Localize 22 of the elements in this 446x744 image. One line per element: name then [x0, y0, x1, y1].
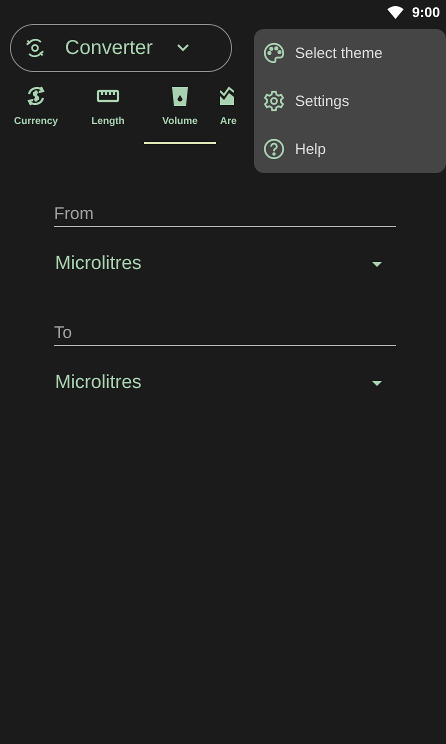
wifi-icon: [386, 6, 404, 18]
help-icon: [263, 138, 285, 160]
amount-field[interactable]: To: [54, 319, 396, 346]
unit-dropdown[interactable]: Microlitres: [54, 370, 396, 396]
amount-field[interactable]: From: [54, 200, 396, 227]
unit-dropdown[interactable]: Microlitres: [54, 251, 396, 277]
chevron-down-icon: [176, 44, 189, 52]
tab[interactable]: Currency: [0, 82, 72, 144]
tab[interactable]: Length: [72, 82, 144, 144]
menu-item[interactable]: Help: [254, 125, 446, 173]
menu-item[interactable]: Settings: [254, 77, 446, 125]
dropdown-arrow-icon: [372, 262, 382, 266]
settings-icon: [263, 90, 285, 112]
status-time: 9:00: [412, 4, 440, 20]
palette-icon: [263, 42, 285, 64]
tab[interactable]: Are: [216, 82, 254, 144]
dropdown-arrow-icon: [372, 380, 382, 386]
converter-selector[interactable]: Converter: [10, 24, 232, 72]
menu-item[interactable]: Select theme: [254, 29, 446, 77]
tab[interactable]: Volume: [144, 82, 216, 144]
converter-icon: [25, 38, 45, 58]
area-chart-icon: [220, 84, 234, 108]
